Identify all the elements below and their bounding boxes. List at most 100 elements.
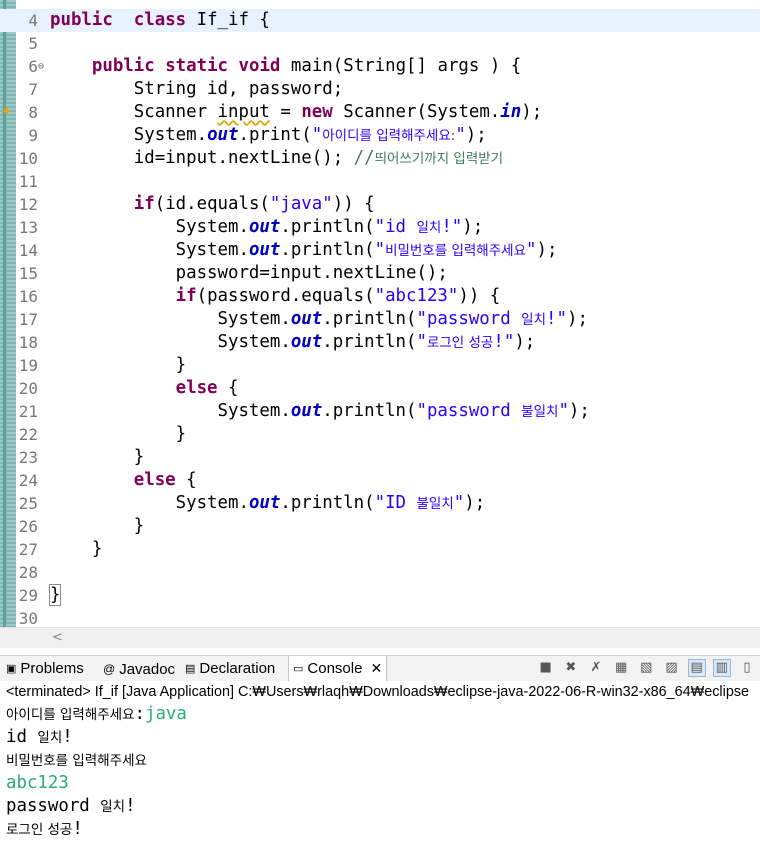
code-token: static bbox=[165, 56, 229, 76]
code-line[interactable]: 17 System.out.println("password 일치!"); bbox=[0, 308, 760, 331]
console-text: id 일치! bbox=[6, 727, 73, 747]
tab-console-label: Console bbox=[307, 660, 363, 677]
code-line[interactable]: 12 if(id.equals("java")) { bbox=[0, 193, 760, 216]
code-token: " bbox=[453, 493, 465, 513]
code-token: 일치 bbox=[521, 312, 547, 328]
code-token: System. bbox=[50, 493, 249, 513]
code-line[interactable]: 18 System.out.println("로그인 성공!"); bbox=[0, 331, 760, 354]
code-line[interactable]: 11 bbox=[0, 170, 760, 193]
code-line[interactable]: 30 bbox=[0, 607, 760, 627]
console-launch-info: <terminated> If_if [Java Application] C:… bbox=[0, 682, 760, 702]
tab-declaration[interactable]: ▤ Declaration bbox=[185, 659, 275, 679]
code-text: } bbox=[50, 538, 102, 561]
code-line[interactable]: 15 password=input.nextLine(); bbox=[0, 262, 760, 285]
code-token: ); bbox=[462, 217, 484, 237]
code-line[interactable]: 24 else { bbox=[0, 469, 760, 492]
code-token: (id.equals( bbox=[154, 194, 270, 214]
code-token: System. bbox=[50, 125, 208, 145]
line-number: 11 bbox=[18, 172, 38, 191]
code-token: .println( bbox=[280, 493, 375, 513]
code-token: 로그인 성공 bbox=[426, 335, 494, 351]
code-line[interactable]: 22 } bbox=[0, 423, 760, 446]
code-line[interactable]: 27 } bbox=[0, 538, 760, 561]
view-tabbar: ▣ Problems @ Javadoc ▤ Declaration ▭ Console… bbox=[0, 655, 760, 681]
code-line[interactable]: 21 System.out.println("password 불일치"); bbox=[0, 400, 760, 423]
code-token: 불일치 bbox=[416, 496, 454, 512]
fold-toggle-icon[interactable]: ⊖ bbox=[38, 55, 44, 78]
scroll-left-icon[interactable]: < bbox=[52, 630, 63, 645]
show-stdout-icon[interactable]: ▤ bbox=[687, 659, 706, 678]
tab-declaration-label: Declaration bbox=[199, 660, 276, 677]
code-token: 아이디를 입력해주세요: bbox=[322, 128, 456, 144]
code-token: System. bbox=[50, 240, 249, 260]
line-number: 17 bbox=[18, 310, 38, 329]
line-number: 15 bbox=[18, 264, 38, 283]
code-token: .println( bbox=[280, 240, 375, 260]
code-line[interactable]: 23 } bbox=[0, 446, 760, 469]
line-number: 21 bbox=[18, 402, 38, 421]
code-line[interactable]: 6 ⊖ public static void main(String[] args… bbox=[0, 55, 760, 78]
code-text: } bbox=[50, 446, 144, 469]
code-line[interactable]: 16 if(password.equals("abc123")) { bbox=[0, 285, 760, 308]
tab-javadoc[interactable]: @ Javadoc bbox=[103, 659, 175, 679]
code-token: ) { bbox=[479, 56, 522, 76]
line-number: 12 bbox=[18, 195, 38, 214]
line-number: 7 bbox=[28, 80, 38, 99]
code-token: id=input.nextLine(); bbox=[50, 148, 354, 168]
code-line[interactable]: 13 System.out.println("id 일치!"); bbox=[0, 216, 760, 239]
code-token: ); bbox=[514, 332, 536, 352]
terminate-icon[interactable]: ■ bbox=[537, 659, 555, 677]
show-stderr-icon[interactable]: ▥ bbox=[712, 659, 731, 678]
line-number: 26 bbox=[18, 517, 38, 536]
code-line[interactable]: 10 id=input.nextLine(); //띄어쓰기까지 입력받기 bbox=[0, 147, 760, 170]
code-text: } bbox=[50, 354, 187, 377]
code-line[interactable]: 8 Scanner input = new Scanner(System.in)… bbox=[0, 101, 760, 124]
code-token: { bbox=[217, 378, 239, 398]
code-token: in bbox=[500, 102, 522, 122]
line-number: 8 bbox=[28, 103, 38, 122]
code-editor[interactable]: ◆ 4 public class If_if {5 6 ⊖ public static… bbox=[0, 0, 760, 627]
code-line[interactable]: 28 bbox=[0, 561, 760, 584]
line-number: 24 bbox=[18, 471, 38, 490]
code-token: ); bbox=[464, 493, 486, 513]
remove-launch-icon[interactable]: ✖ bbox=[562, 659, 580, 677]
code-token: out bbox=[290, 401, 323, 421]
display-console-icon[interactable]: ▯ bbox=[738, 659, 756, 677]
code-token: System. bbox=[50, 401, 291, 421]
code-text: System.out.println("ID 불일치"); bbox=[50, 492, 486, 516]
code-token: System. bbox=[50, 309, 291, 329]
code-line[interactable]: 4 public class If_if { bbox=[0, 9, 760, 32]
line-number: 5 bbox=[28, 34, 38, 53]
code-line[interactable]: 7 String id, password; bbox=[0, 78, 760, 101]
code-token: (password.equals( bbox=[196, 286, 375, 306]
code-token: } bbox=[50, 447, 145, 467]
code-line[interactable]: 5 bbox=[0, 32, 760, 55]
code-token: ); bbox=[566, 309, 588, 329]
console-toolbar: ■ ✖ ✗ ▦ ▧ ▨ ▤ ▥ ▯ bbox=[534, 659, 756, 679]
code-line[interactable]: 20 else { bbox=[0, 377, 760, 400]
code-line[interactable]: 26 } bbox=[0, 515, 760, 538]
code-token: class bbox=[133, 10, 187, 30]
console-text: 로그인 성공! bbox=[6, 819, 83, 839]
code-token: "password bbox=[416, 401, 522, 421]
tab-console[interactable]: ▭ Console ✕ bbox=[288, 656, 388, 681]
code-token: " bbox=[455, 125, 466, 145]
clear-console-icon[interactable]: ▦ bbox=[612, 659, 630, 677]
code-line[interactable]: 25 System.out.println("ID 불일치"); bbox=[0, 492, 760, 515]
console-output[interactable]: 아이디를 입력해주세요:java id 일치! 비밀번호를 입력해주세요 abc123… bbox=[0, 703, 760, 839]
remove-all-icon[interactable]: ✗ bbox=[587, 659, 605, 677]
code-token: out bbox=[290, 309, 323, 329]
tab-problems[interactable]: ▣ Problems bbox=[6, 659, 84, 679]
horizontal-scrollbar[interactable]: < bbox=[0, 627, 760, 648]
code-token: 띄어쓰기까지 입력받기 bbox=[374, 151, 504, 167]
close-icon[interactable]: ✕ bbox=[370, 660, 382, 676]
scroll-lock-icon[interactable]: ▧ bbox=[637, 659, 655, 677]
word-wrap-icon[interactable]: ▨ bbox=[662, 659, 680, 677]
code-token: !" bbox=[441, 217, 463, 237]
tab-javadoc-label: Javadoc bbox=[119, 661, 176, 678]
code-line[interactable]: 14 System.out.println("비밀번호를 입력해주세요"); bbox=[0, 239, 760, 262]
code-line[interactable]: 9 System.out.print("아이디를 입력해주세요:"); bbox=[0, 124, 760, 147]
code-line[interactable]: 19 } bbox=[0, 354, 760, 377]
code-line[interactable]: 29} bbox=[0, 584, 760, 607]
